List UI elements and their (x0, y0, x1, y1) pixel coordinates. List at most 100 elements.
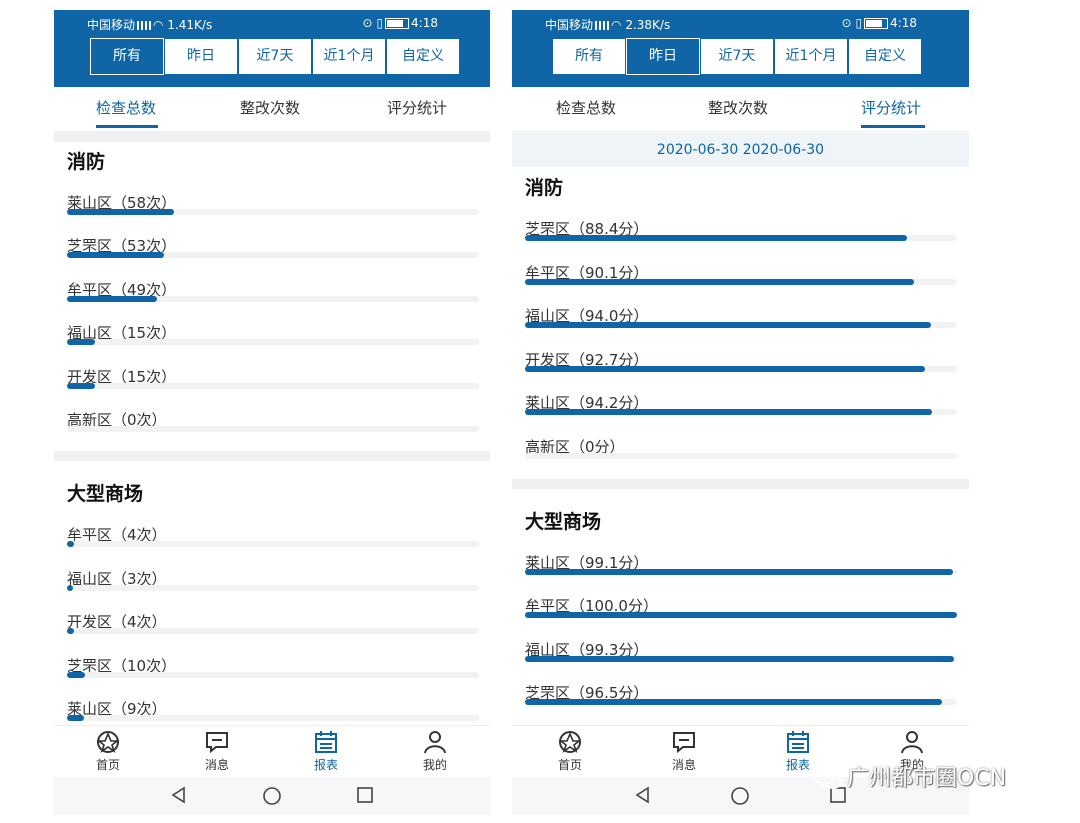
message-icon (206, 732, 228, 754)
battery-icon (864, 18, 889, 29)
phone-left: 中国移动 ◠ 1.41K/s ⊙ ▯ 4:18 所有 昨日 近7天 近1个月 自定义… (54, 10, 490, 815)
watermark-text: 广州都市圈OCN (847, 766, 1007, 791)
progress-fill (67, 252, 165, 259)
progress-track (67, 339, 479, 346)
progress-fill (67, 382, 95, 389)
phone-right: 中国移动 ◠ 2.38K/s ⊙ ▯ 4:18 所有 昨日 近7天 近1个月 自定义… (512, 10, 969, 815)
android-nav-bar (54, 777, 490, 815)
section-title: 大型商场 (525, 510, 602, 533)
nav-home[interactable]: 首页 (78, 730, 138, 773)
nav-messages-label: 消息 (204, 758, 229, 772)
nav-messages[interactable]: 消息 (187, 730, 247, 773)
progress-fill (67, 715, 84, 721)
nav-reports[interactable]: 报表 (296, 730, 356, 773)
progress-fill (67, 671, 86, 678)
nav-messages-label: 消息 (671, 758, 696, 772)
wifi-icon: ◠ (611, 18, 622, 32)
filter-1month[interactable]: 近1个月 (774, 38, 848, 75)
wifi-icon: ◠ (153, 18, 164, 32)
tab-rectifications[interactable]: 整改次数 (708, 97, 768, 118)
report-tabs: 检查总数 整改次数 评分统计 (54, 87, 490, 132)
watermark: 广州都市圈OCN (813, 760, 1006, 792)
section-title: 大型商场 (67, 483, 144, 506)
progress-fill (525, 235, 907, 241)
progress-track (67, 252, 479, 259)
tab-indicator (861, 125, 925, 128)
filter-yesterday[interactable]: 昨日 (626, 38, 700, 75)
filter-7days[interactable]: 近7天 (700, 38, 774, 75)
progress-fill (525, 655, 954, 662)
tab-score-stats[interactable]: 评分统计 (387, 97, 447, 118)
progress-track (67, 584, 479, 591)
nav-home[interactable]: 首页 (540, 730, 600, 773)
section-divider (54, 451, 490, 462)
top-bar: 中国移动 ◠ 1.41K/s ⊙ ▯ 4:18 所有 昨日 近7天 近1个月 自定义 (54, 10, 490, 87)
progress-fill (67, 209, 174, 215)
nav-reports-label: 报表 (313, 758, 338, 772)
home-icon (558, 731, 582, 753)
progress-fill (67, 628, 75, 635)
recents-icon[interactable] (355, 785, 375, 805)
home-button-icon[interactable] (729, 785, 751, 807)
filter-1month[interactable]: 近1个月 (312, 38, 386, 75)
progress-track (525, 365, 957, 372)
filter-all[interactable]: 所有 (552, 38, 626, 75)
net-speed: 1.41K/s (167, 18, 213, 32)
section-divider (54, 132, 490, 142)
filter-custom[interactable]: 自定义 (386, 38, 460, 75)
battery-icon (385, 18, 410, 29)
clock: 4:18 (411, 16, 438, 30)
home-button-icon[interactable] (261, 785, 283, 807)
progress-fill (525, 409, 932, 416)
top-bar: 中国移动 ◠ 2.38K/s ⊙ ▯ 4:18 所有 昨日 近7天 近1个月 自定义 (512, 10, 969, 87)
status-bar: 中国移动 ◠ 1.41K/s ⊙ ▯ 4:18 (54, 14, 490, 32)
nav-messages[interactable]: 消息 (654, 730, 714, 773)
progress-track (67, 541, 479, 548)
tab-inspections[interactable]: 检查总数 (556, 97, 616, 118)
filter-all[interactable]: 所有 (90, 38, 164, 75)
tab-rectifications[interactable]: 整改次数 (240, 97, 300, 118)
progress-fill (67, 541, 75, 548)
filter-7days[interactable]: 近7天 (238, 38, 312, 75)
progress-track (525, 568, 957, 575)
progress-track (525, 612, 957, 619)
location-icon: ⊙ (362, 16, 373, 30)
section-title: 消防 (525, 177, 564, 199)
progress-track (67, 426, 479, 432)
nav-profile[interactable]: 我的 (405, 730, 465, 773)
tab-indicator (96, 125, 158, 128)
filter-yesterday[interactable]: 昨日 (164, 38, 238, 75)
tab-inspections[interactable]: 检查总数 (96, 97, 156, 118)
progress-track (525, 699, 957, 706)
signal-icon (137, 21, 152, 30)
time-filter: 所有 昨日 近7天 近1个月 自定义 (90, 38, 460, 75)
carrier-label: 中国移动 (545, 18, 594, 32)
back-icon[interactable] (633, 785, 653, 805)
nav-home-label: 首页 (95, 758, 120, 772)
wechat-icon (814, 769, 842, 789)
user-icon (901, 731, 923, 754)
signal-icon (595, 21, 610, 30)
progress-track (525, 655, 957, 662)
progress-fill (525, 568, 954, 575)
net-speed: 2.38K/s (625, 18, 671, 32)
date-range[interactable]: 2020-06-30 2020-06-30 (512, 133, 969, 167)
progress-track (67, 628, 479, 635)
message-icon (673, 732, 695, 754)
progress-fill (67, 339, 95, 346)
user-icon (424, 731, 446, 754)
tab-score-stats[interactable]: 评分统计 (861, 97, 921, 118)
progress-fill (67, 295, 158, 302)
progress-track (67, 671, 479, 678)
filter-custom[interactable]: 自定义 (848, 38, 922, 75)
nav-profile-label: 我的 (422, 758, 447, 772)
nav-home-label: 首页 (557, 758, 582, 772)
progress-fill (525, 612, 957, 619)
time-filter: 所有 昨日 近7天 近1个月 自定义 (552, 38, 922, 75)
section-divider (512, 478, 969, 489)
back-icon[interactable] (169, 785, 189, 805)
vibrate-icon: ▯ (376, 16, 384, 30)
location-icon: ⊙ (841, 16, 852, 30)
calendar-icon (787, 731, 809, 753)
bottom-nav: 首页 消息 报表 我的 (54, 725, 490, 778)
